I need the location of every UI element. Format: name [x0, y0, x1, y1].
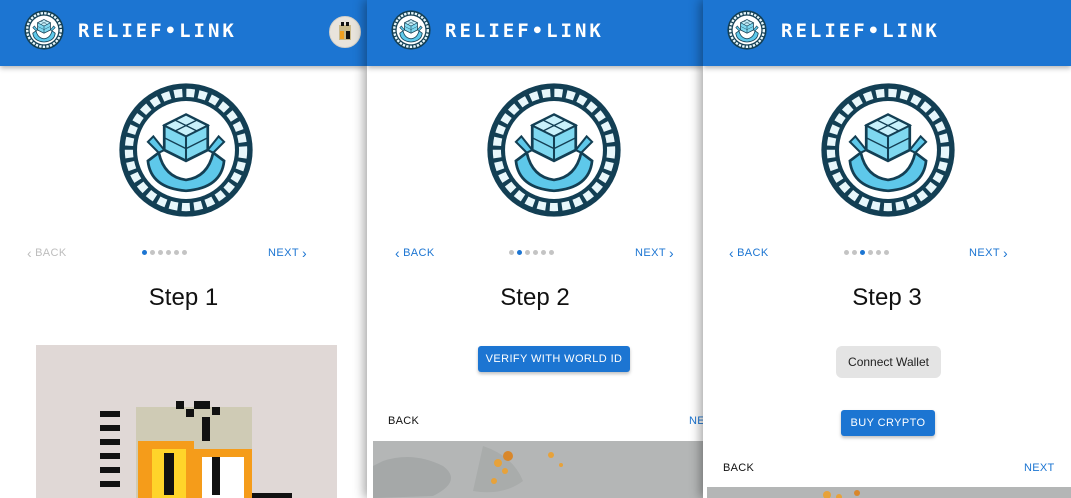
relief-link-logo-icon	[820, 82, 956, 218]
relief-link-logo-icon[interactable]	[727, 10, 767, 50]
connect-wallet-button[interactable]: Connect Wallet	[836, 346, 941, 378]
step-dot	[549, 250, 554, 255]
relief-link-logo-icon[interactable]	[24, 10, 64, 50]
back-label: BACK	[35, 247, 67, 259]
back-label: BACK	[403, 247, 435, 259]
avatar-icon	[339, 22, 351, 40]
chevron-left-icon: ‹	[27, 244, 33, 261]
back-button[interactable]: ‹ BACK	[27, 244, 67, 261]
step-dot	[844, 250, 849, 255]
step-dot	[158, 250, 163, 255]
step-dot	[860, 250, 865, 255]
app-bar: RELIEF•LINK	[367, 0, 703, 66]
chevron-right-icon: ›	[668, 244, 674, 261]
step-2-screen: RELIEF•LINK ‹ BACK NEXT › Step 2 VERIFY …	[367, 0, 703, 498]
relief-link-logo-icon	[486, 82, 622, 218]
chevron-left-icon: ‹	[729, 244, 735, 261]
next-label: NEXT	[635, 247, 666, 259]
relief-map[interactable]	[373, 441, 703, 498]
step-3-screen: RELIEF•LINK ‹ BACK NEXT › Step 3 Connect…	[703, 0, 1071, 498]
avatar[interactable]	[329, 16, 361, 48]
step-dot	[868, 250, 873, 255]
back-button[interactable]: ‹ BACK	[395, 244, 435, 261]
chevron-right-icon: ›	[1002, 244, 1008, 261]
step-dots	[844, 250, 889, 255]
step-dots	[509, 250, 554, 255]
next-button[interactable]: NEXT ›	[969, 244, 1008, 261]
back-label: BACK	[737, 247, 769, 259]
next-label: NEXT	[268, 247, 299, 259]
step-1-screen: RELIEF•LINK ‹ BACK NEXT › Step 1	[0, 0, 367, 498]
step-dot	[541, 250, 546, 255]
next-button[interactable]: NEXT ›	[635, 244, 674, 261]
pixel-art-icon	[100, 401, 292, 498]
brand-title: RELIEF•LINK	[445, 20, 604, 42]
step-dot	[525, 250, 530, 255]
step-dot	[509, 250, 514, 255]
back-text-button[interactable]: BACK	[723, 462, 754, 474]
next-text-button[interactable]: NEXT	[1024, 462, 1055, 474]
step-title: Step 2	[500, 284, 570, 311]
step-dots	[142, 250, 187, 255]
brand-title: RELIEF•LINK	[78, 20, 237, 42]
step-dot	[533, 250, 538, 255]
brand-title: RELIEF•LINK	[781, 20, 940, 42]
buy-crypto-button[interactable]: BUY CRYPTO	[841, 410, 935, 436]
next-label: NEXT	[969, 247, 1000, 259]
step-dot	[142, 250, 147, 255]
chevron-left-icon: ‹	[395, 244, 401, 261]
step-title: Step 1	[148, 284, 219, 311]
map-icon	[373, 446, 563, 498]
step-dot	[182, 250, 187, 255]
next-text-button[interactable]: NE	[689, 415, 703, 427]
back-text-button[interactable]: BACK	[388, 415, 419, 427]
chevron-right-icon: ›	[301, 244, 307, 261]
next-button[interactable]: NEXT ›	[268, 244, 307, 261]
map-icon	[823, 490, 860, 498]
step-title: Step 3	[852, 284, 922, 311]
step-dot	[174, 250, 179, 255]
step-dot	[150, 250, 155, 255]
app-bar: RELIEF•LINK	[703, 0, 1071, 66]
step-dot	[876, 250, 881, 255]
verify-world-id-button[interactable]: VERIFY WITH WORLD ID	[478, 346, 630, 372]
relief-link-logo-icon	[118, 82, 254, 218]
step-dot	[166, 250, 171, 255]
relief-map[interactable]	[707, 487, 1071, 498]
relief-link-logo-icon[interactable]	[391, 10, 431, 50]
app-bar: RELIEF•LINK	[0, 0, 367, 66]
step-dot	[852, 250, 857, 255]
step-dot	[517, 250, 522, 255]
back-button[interactable]: ‹ BACK	[729, 244, 769, 261]
step-dot	[884, 250, 889, 255]
nft-image	[36, 345, 337, 498]
